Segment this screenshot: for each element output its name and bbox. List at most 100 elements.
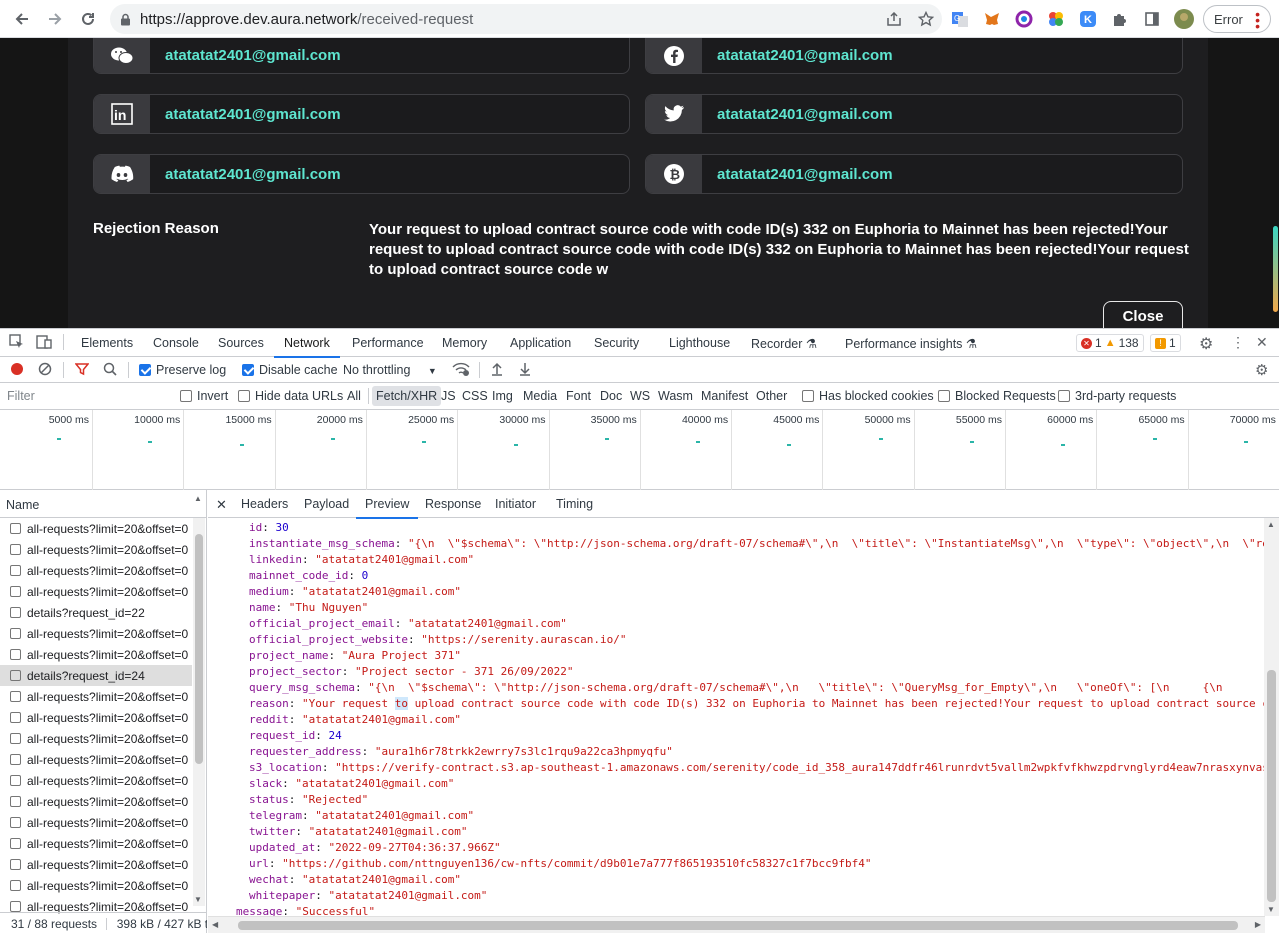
color-extension-icon[interactable] <box>1013 8 1035 30</box>
requests-scrollbar[interactable] <box>193 518 205 906</box>
json-property[interactable]: reason: "Your request to upload contract… <box>249 696 1265 712</box>
request-row[interactable]: all-requests?limit=20&offset=0 <box>0 560 192 581</box>
filter-type-all[interactable]: All <box>347 389 361 403</box>
issues-badge[interactable]: ! 1 <box>1150 334 1181 352</box>
tab-headers[interactable]: Headers <box>241 497 288 511</box>
json-property[interactable]: official_project_email: "atatatat2401@gm… <box>249 616 567 632</box>
request-row[interactable]: all-requests?limit=20&offset=0 <box>0 707 192 728</box>
scrollbar-thumb[interactable] <box>1267 670 1276 902</box>
third-party-checkbox[interactable]: 3rd-party requests <box>1058 389 1176 403</box>
json-property[interactable]: s3_location: "https://verify-contract.s3… <box>249 760 1265 776</box>
reload-icon[interactable] <box>72 3 104 35</box>
tab-lighthouse[interactable]: Lighthouse <box>669 336 730 350</box>
throttling-select[interactable]: No throttling ▼ <box>343 363 437 377</box>
json-property[interactable]: request_id: 24 <box>249 728 342 744</box>
export-har-icon[interactable] <box>518 362 532 379</box>
filter-type-css[interactable]: CSS <box>462 389 488 403</box>
network-conditions-icon[interactable] <box>452 362 470 379</box>
filter-type-doc[interactable]: Doc <box>600 389 622 403</box>
filter-type-fetch-xhr[interactable]: Fetch/XHR <box>372 386 442 406</box>
search-icon[interactable] <box>103 362 117 379</box>
json-property[interactable]: url: "https://github.com/nttnguyen136/cw… <box>249 856 872 872</box>
scroll-up-arrow-icon[interactable]: ▲ <box>1267 520 1275 529</box>
request-row[interactable]: all-requests?limit=20&offset=0 <box>0 581 192 602</box>
checkbox-unchecked[interactable] <box>802 390 814 402</box>
request-row[interactable]: all-requests?limit=20&offset=0 <box>0 644 192 665</box>
request-row[interactable]: all-requests?limit=20&offset=0 <box>0 791 192 812</box>
scroll-right-arrow-icon[interactable]: ▶ <box>1255 920 1261 929</box>
json-property[interactable]: wechat: "atatatat2401@gmail.com" <box>249 872 461 888</box>
google-translate-icon[interactable]: G <box>949 8 971 30</box>
more-vertical-icon[interactable]: • • • <box>1255 7 1260 33</box>
forward-arrow-icon[interactable] <box>39 3 71 35</box>
request-row[interactable]: all-requests?limit=20&offset=0 <box>0 833 192 854</box>
filter-type-ws[interactable]: WS <box>630 389 650 403</box>
scroll-down-arrow-icon[interactable]: ▼ <box>194 895 202 904</box>
request-row[interactable]: all-requests?limit=20&offset=0 <box>0 518 192 539</box>
filter-type-other[interactable]: Other <box>756 389 787 403</box>
settings-gear-icon[interactable]: ⚙ <box>1199 334 1213 354</box>
filter-input[interactable]: Filter <box>7 389 35 403</box>
filter-type-media[interactable]: Media <box>523 389 557 403</box>
tab-sources[interactable]: Sources <box>218 336 264 350</box>
tab-response[interactable]: Response <box>425 497 481 511</box>
json-property[interactable]: requester_address: "aura1h6r78trkk2ewrry… <box>249 744 673 760</box>
tab-application[interactable]: Application <box>510 336 571 350</box>
close-devtools-icon[interactable]: ✕ <box>1256 334 1268 351</box>
request-row[interactable]: all-requests?limit=20&offset=0 <box>0 749 192 770</box>
filter-type-font[interactable]: Font <box>566 389 591 403</box>
json-property[interactable]: mainnet_code_id: 0 <box>249 568 368 584</box>
disable-cache-checkbox[interactable]: Disable cache <box>242 363 338 377</box>
json-property[interactable]: reddit: "atatatat2401@gmail.com" <box>249 712 461 728</box>
profile-avatar[interactable] <box>1173 8 1195 30</box>
share-icon[interactable] <box>878 12 910 26</box>
page-scrollbar[interactable] <box>1273 226 1278 312</box>
json-property[interactable]: telegram: "atatatat2401@gmail.com" <box>249 808 474 824</box>
keplr-icon[interactable]: K <box>1077 8 1099 30</box>
json-property[interactable]: updated_at: "2022-09-27T04:36:37.966Z" <box>249 840 501 856</box>
inspect-element-icon[interactable] <box>9 334 24 352</box>
filter-type-manifest[interactable]: Manifest <box>701 389 748 403</box>
json-property[interactable]: query_msg_schema: "{\n \"$schema\": \"ht… <box>249 680 1223 696</box>
colorpicker-icon[interactable] <box>1045 8 1067 30</box>
json-property[interactable]: name: "Thu Nguyen" <box>249 600 368 616</box>
scrollbar-thumb[interactable] <box>195 534 203 764</box>
checkbox-checked[interactable] <box>242 364 254 376</box>
checkbox-unchecked[interactable] <box>938 390 950 402</box>
request-row[interactable]: all-requests?limit=20&offset=0 <box>0 875 192 896</box>
close-button[interactable]: Close <box>1103 301 1183 328</box>
json-property[interactable]: status: "Rejected" <box>249 792 368 808</box>
network-overview-timeline[interactable]: 5000 ms 10000 ms 15000 ms 20000 ms 25000 ms 3… <box>0 410 1279 490</box>
checkbox-unchecked[interactable] <box>1058 390 1070 402</box>
checkbox-unchecked[interactable] <box>180 390 192 402</box>
console-counts-badge[interactable]: ✕ 1 ▲ 138 <box>1076 334 1144 352</box>
json-property[interactable]: medium: "atatatat2401@gmail.com" <box>249 584 461 600</box>
device-toolbar-icon[interactable] <box>36 334 52 352</box>
clear-icon[interactable] <box>38 362 52 379</box>
hide-data-urls-checkbox[interactable]: Hide data URLs <box>238 389 343 403</box>
bookmark-star-icon[interactable] <box>910 11 942 27</box>
import-har-icon[interactable] <box>490 362 504 379</box>
checkbox-checked[interactable] <box>139 364 151 376</box>
has-blocked-cookies-checkbox[interactable]: Has blocked cookies <box>802 389 934 403</box>
tab-payload[interactable]: Payload <box>304 497 349 511</box>
network-settings-gear-icon[interactable]: ⚙ <box>1255 361 1268 379</box>
lock-icon[interactable] <box>110 13 140 26</box>
filter-type-img[interactable]: Img <box>492 389 513 403</box>
scroll-down-arrow-icon[interactable]: ▼ <box>1267 905 1275 914</box>
scroll-up-arrow-icon[interactable]: ▲ <box>194 494 202 503</box>
tab-performance[interactable]: Performance <box>352 336 424 350</box>
more-vertical-icon[interactable]: ⋮ <box>1231 334 1245 351</box>
json-property[interactable]: message: "Successful" <box>236 904 375 916</box>
blocked-requests-checkbox[interactable]: Blocked Requests <box>938 389 1056 403</box>
close-details-icon[interactable]: ✕ <box>216 497 227 513</box>
json-property[interactable]: slack: "atatatat2401@gmail.com" <box>249 776 454 792</box>
tab-recorder[interactable]: Recorder ⚗ <box>751 336 817 351</box>
json-property[interactable]: official_project_website: "https://seren… <box>249 632 627 648</box>
invert-checkbox[interactable]: Invert <box>180 389 228 403</box>
tab-elements[interactable]: Elements <box>81 336 133 350</box>
json-preview-tree[interactable]: id: 30 instantiate_msg_schema: "{\n \"$sc… <box>208 518 1265 916</box>
tab-timing[interactable]: Timing <box>556 497 593 511</box>
tab-preview[interactable]: Preview <box>355 497 420 519</box>
checkbox-unchecked[interactable] <box>238 390 250 402</box>
